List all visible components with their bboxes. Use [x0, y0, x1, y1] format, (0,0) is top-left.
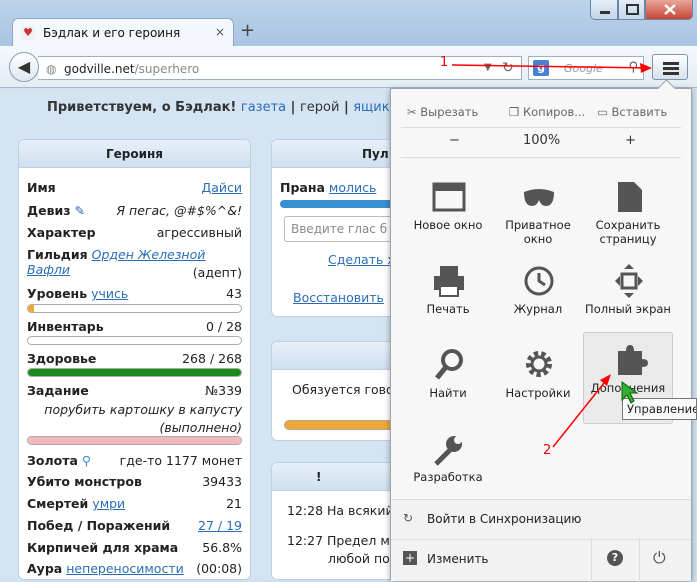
annotation-label-1: 1	[440, 55, 449, 70]
annotation-label-2: 2	[543, 443, 552, 458]
cursor-icon	[621, 381, 639, 404]
annotation-arrow-1	[451, 64, 651, 69]
annotation-arrow-2	[552, 377, 609, 448]
annotation-overlay	[451, 63, 652, 448]
